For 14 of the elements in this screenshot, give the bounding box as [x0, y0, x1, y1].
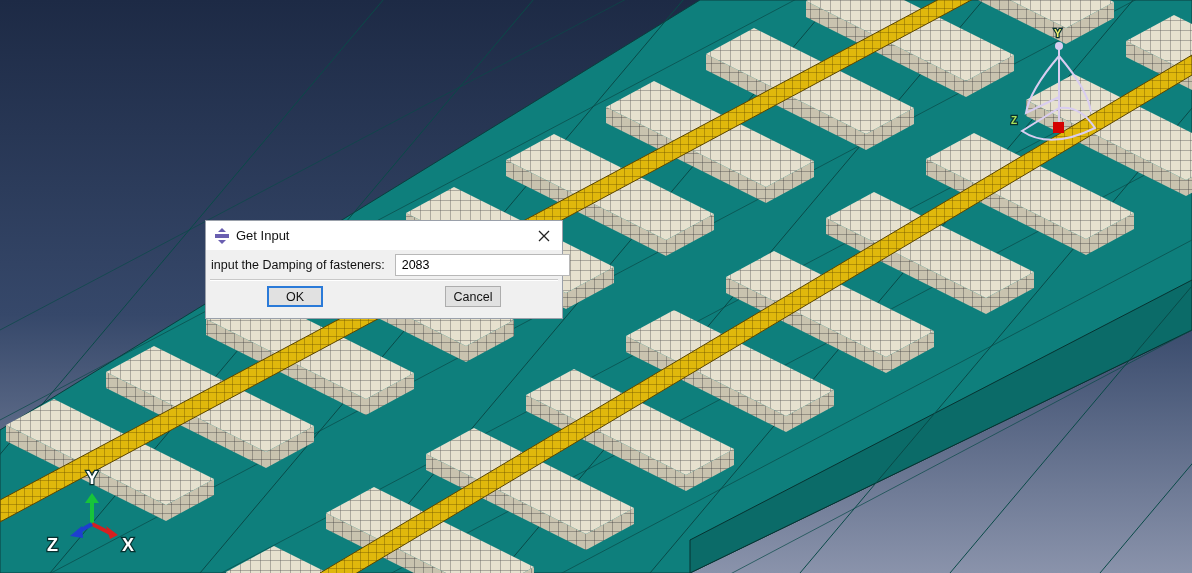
x-axis-label: X	[122, 535, 134, 555]
app-icon	[214, 227, 230, 244]
field-label: input the Damping of fasteners:	[211, 258, 385, 272]
dialog-title: Get Input	[236, 228, 291, 243]
damping-input-field[interactable]: 2083	[394, 254, 570, 276]
coordinate-system-glyph-icon	[1021, 42, 1096, 141]
axis-triad-drawing	[70, 493, 118, 539]
cancel-button[interactable]: Cancel	[445, 286, 501, 307]
y-axis-label: Y	[1054, 27, 1062, 39]
z-axis-label: Z	[47, 535, 58, 555]
ok-button[interactable]: OK	[267, 286, 323, 307]
z-axis-label: Z	[1011, 115, 1018, 126]
close-icon	[538, 229, 550, 242]
y-axis-label: Y	[86, 468, 98, 488]
